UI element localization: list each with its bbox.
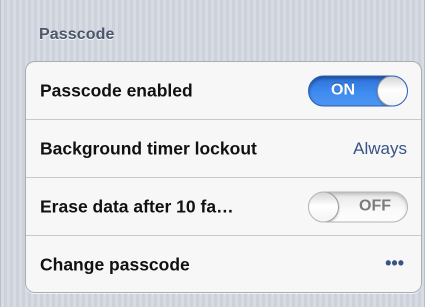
ellipsis-icon: ••• xyxy=(385,252,404,273)
row-label: Erase data after 10 fa… xyxy=(40,196,234,216)
row-label: Background timer lockout xyxy=(40,138,257,158)
settings-group: Passcode enabled ON Background timer loc… xyxy=(25,61,422,293)
toggle-text: OFF xyxy=(359,197,391,215)
row-passcode-enabled: Passcode enabled ON xyxy=(26,62,421,120)
toggle-text: ON xyxy=(331,81,355,99)
passcode-enabled-toggle[interactable]: ON xyxy=(308,75,408,106)
erase-data-toggle[interactable]: OFF xyxy=(308,191,408,222)
row-change-passcode[interactable]: Change passcode ••• xyxy=(26,236,421,292)
row-label: Passcode enabled xyxy=(40,80,193,100)
row-background-timer-lockout[interactable]: Background timer lockout Always xyxy=(26,120,421,178)
settings-panel: Passcode Passcode enabled ON Background … xyxy=(0,0,425,307)
row-value: Always xyxy=(353,138,407,158)
row-label: Change passcode xyxy=(40,254,190,275)
row-erase-data: Erase data after 10 fa… OFF xyxy=(26,178,421,236)
section-header: Passcode xyxy=(39,26,115,43)
toggle-knob xyxy=(377,76,407,105)
toggle-knob xyxy=(309,192,339,221)
